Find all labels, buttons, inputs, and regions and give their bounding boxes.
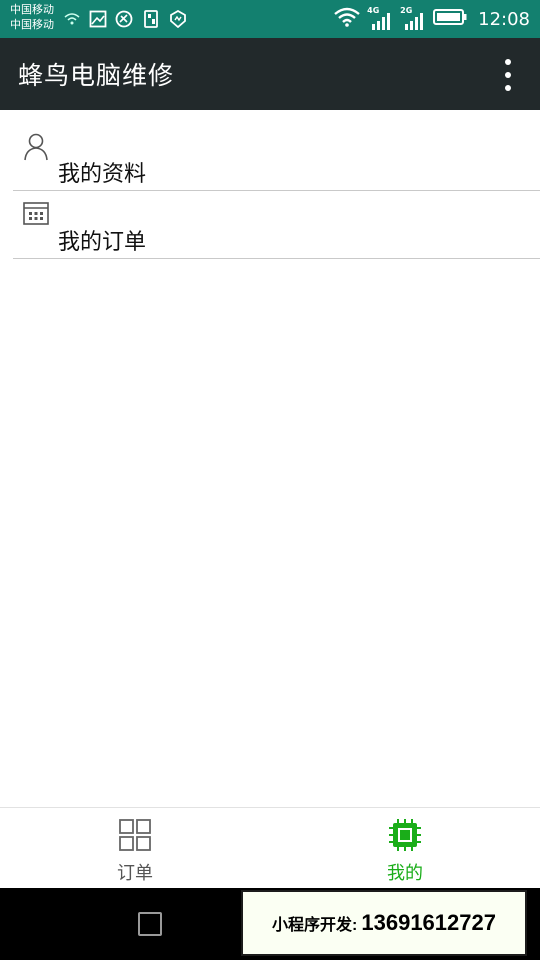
grid-icon (119, 819, 151, 851)
network-2g: 2G (400, 6, 426, 32)
network-4g: 4G (367, 6, 393, 32)
tab-bar: 订单 我的 (0, 807, 540, 889)
promo-prefix: 小程序开发: (272, 917, 358, 934)
more-vert-icon[interactable] (502, 58, 514, 92)
tab-mine[interactable]: 我的 (270, 808, 540, 889)
tab-label: 我的 (387, 863, 423, 884)
tab-label: 订单 (117, 863, 153, 884)
wifi-calling-icon (62, 9, 82, 29)
promo-banner: 小程序开发: 13691612727 (241, 890, 527, 956)
status-right: 4G 2G 12:08 (334, 0, 530, 38)
battery-icon (433, 8, 467, 30)
menu-item-orders[interactable]: 我的订单 (13, 190, 540, 259)
carrier-1: 中国移动 (10, 3, 54, 16)
vpn-icon (114, 9, 134, 29)
carrier-2: 中国移动 (10, 18, 54, 31)
signal-icon (405, 13, 424, 30)
app-bar: 蜂鸟电脑维修 (0, 38, 540, 110)
chip-icon (389, 819, 421, 851)
person-icon (24, 133, 48, 161)
menu-item-profile[interactable]: 我的资料 (13, 122, 540, 191)
status-bar: 中国移动 中国移动 4G 2G 12:08 (0, 0, 540, 38)
signal-icon (372, 13, 391, 30)
calendar-icon (23, 202, 49, 225)
square-icon[interactable] (138, 912, 162, 936)
menu-item-label: 我的订单 (58, 230, 147, 255)
clock: 12:08 (478, 8, 530, 30)
menu-item-label: 我的资料 (58, 162, 147, 187)
sim-icon (141, 9, 161, 29)
image-icon (88, 9, 108, 29)
shield-icon (168, 9, 188, 29)
promo-phone: 13691612727 (361, 910, 496, 935)
carrier-info: 中国移动 中国移动 (10, 2, 54, 32)
wifi-icon (334, 7, 360, 31)
app-title: 蜂鸟电脑维修 (18, 61, 175, 90)
tab-orders[interactable]: 订单 (0, 808, 270, 889)
